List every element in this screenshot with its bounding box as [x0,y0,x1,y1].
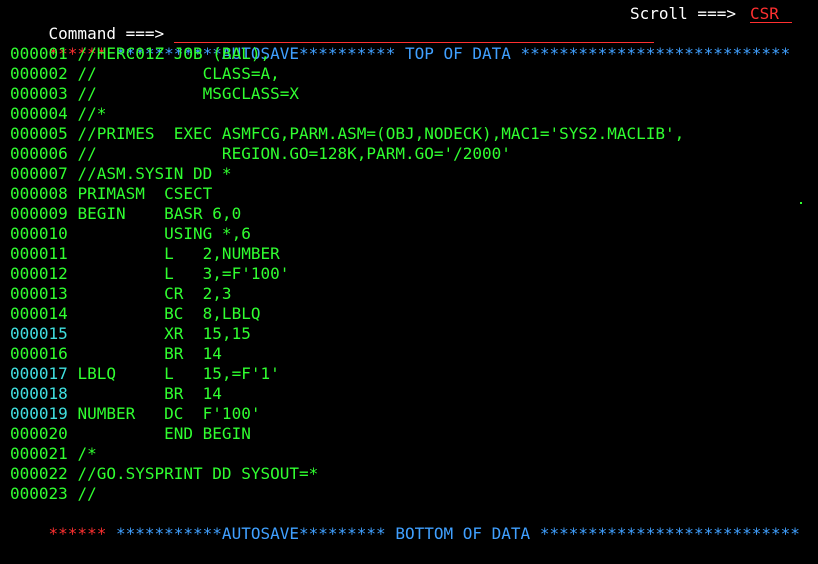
source-line: 000013 CR 2,3 [10,284,810,304]
line-number-field[interactable]: 000011 [10,244,68,263]
source-line: 000006 // REGION.GO=128K,PARM.GO='/2000' [10,144,810,164]
scroll-amount-field[interactable]: CSR [750,4,792,23]
line-number-field[interactable]: 000013 [10,284,68,303]
source-line: 000016 BR 14 [10,344,810,364]
cursor-dot [800,202,802,204]
source-line: 000010 USING *,6 [10,224,810,244]
line-number-field[interactable]: 000023 [10,484,68,503]
line-number-field[interactable]: 000007 [10,164,68,183]
source-text[interactable]: // [77,484,96,503]
line-number-field[interactable]: 000021 [10,444,68,463]
bottom-banner-marker: ****** [48,524,107,543]
source-line: 000012 L 3,=F'100' [10,264,810,284]
source-line: 000014 BC 8,LBLQ [10,304,810,324]
source-text[interactable]: L 3,=F'100' [77,264,289,283]
source-text[interactable]: // MSGCLASS=X [77,84,299,103]
line-number-field[interactable]: 000008 [10,184,68,203]
source-text[interactable]: NUMBER DC F'100' [77,404,260,423]
source-text[interactable]: L 2,NUMBER [77,244,280,263]
source-text[interactable]: LBLQ L 15,=F'1' [77,364,279,383]
line-number-field[interactable]: 000002 [10,64,68,83]
source-line: 000008 PRIMASM CSECT [10,184,810,204]
source-text[interactable]: // CLASS=A, [77,64,279,83]
source-text[interactable]: // REGION.GO=128K,PARM.GO='/2000' [77,144,510,163]
source-text[interactable]: /* [77,444,96,463]
source-text[interactable]: //PRIMES EXEC ASMFCG,PARM.ASM=(OBJ,NODEC… [77,124,684,143]
source-line: 000007 //ASM.SYSIN DD * [10,164,810,184]
source-line: 000019 NUMBER DC F'100' [10,404,810,424]
line-number-field[interactable]: 000006 [10,144,68,163]
line-number-field[interactable]: 000004 [10,104,68,123]
line-number-field[interactable]: 000016 [10,344,68,363]
source-line: 000009 BEGIN BASR 6,0 [10,204,810,224]
source-line: 000022 //GO.SYSPRINT DD SYSOUT=* [10,464,810,484]
line-number-field[interactable]: 000019 [10,404,68,423]
source-line: 000001 //HERC01Z JOB (BAL), [10,44,810,64]
bottom-of-data-banner: ****** ***********AUTOSAVE********* BOTT… [10,504,810,543]
source-line: 000003 // MSGCLASS=X [10,84,810,104]
source-text[interactable]: //ASM.SYSIN DD * [77,164,231,183]
source-text[interactable]: //HERC01Z JOB (BAL), [77,44,270,63]
line-number-field[interactable]: 000003 [10,84,68,103]
source-line: 000017 LBLQ L 15,=F'1' [10,364,810,384]
source-lines: 000001 //HERC01Z JOB (BAL), 000002 // CLA… [10,44,810,504]
source-text[interactable]: BEGIN BASR 6,0 [77,204,241,223]
source-line: 000023 // [10,484,810,504]
source-line: 000015 XR 15,15 [10,324,810,344]
source-line: 000011 L 2,NUMBER [10,244,810,264]
line-number-field[interactable]: 000015 [10,324,68,343]
ispf-edit-screen: Command ===> Scroll ===> CSR ****** ****… [10,4,810,543]
source-text[interactable]: CR 2,3 [77,284,231,303]
source-text[interactable]: BC 8,LBLQ [77,304,260,323]
source-line: 000005 //PRIMES EXEC ASMFCG,PARM.ASM=(OB… [10,124,810,144]
line-number-field[interactable]: 000014 [10,304,68,323]
source-text[interactable]: BR 14 [77,384,222,403]
source-text[interactable]: PRIMASM CSECT [77,184,212,203]
source-line: 000018 BR 14 [10,384,810,404]
source-text[interactable]: //GO.SYSPRINT DD SYSOUT=* [77,464,318,483]
scroll-label: Scroll ===> [630,4,736,23]
line-number-field[interactable]: 000010 [10,224,68,243]
line-number-field[interactable]: 000020 [10,424,68,443]
source-text[interactable]: //* [77,104,106,123]
source-line: 000020 END BEGIN [10,424,810,444]
source-line: 000021 /* [10,444,810,464]
source-text[interactable]: END BEGIN [77,424,251,443]
bottom-banner-text: ***********AUTOSAVE********* BOTTOM OF D… [115,524,800,543]
source-line: 000004 //* [10,104,810,124]
line-number-field[interactable]: 000012 [10,264,68,283]
source-line: 000002 // CLASS=A, [10,64,810,84]
top-of-data-banner: ****** ***********AUTOSAVE********** TOP… [10,24,810,63]
source-text[interactable]: XR 15,15 [77,324,251,343]
line-number-field[interactable]: 000009 [10,204,68,223]
line-number-field[interactable]: 000005 [10,124,68,143]
line-number-field[interactable]: 000001 [10,44,68,63]
line-number-field[interactable]: 000018 [10,384,68,403]
source-text[interactable]: BR 14 [77,344,222,363]
source-text[interactable]: USING *,6 [77,224,251,243]
line-number-field[interactable]: 000017 [10,364,68,383]
command-line: Command ===> Scroll ===> CSR [10,4,810,43]
line-number-field[interactable]: 000022 [10,464,68,483]
